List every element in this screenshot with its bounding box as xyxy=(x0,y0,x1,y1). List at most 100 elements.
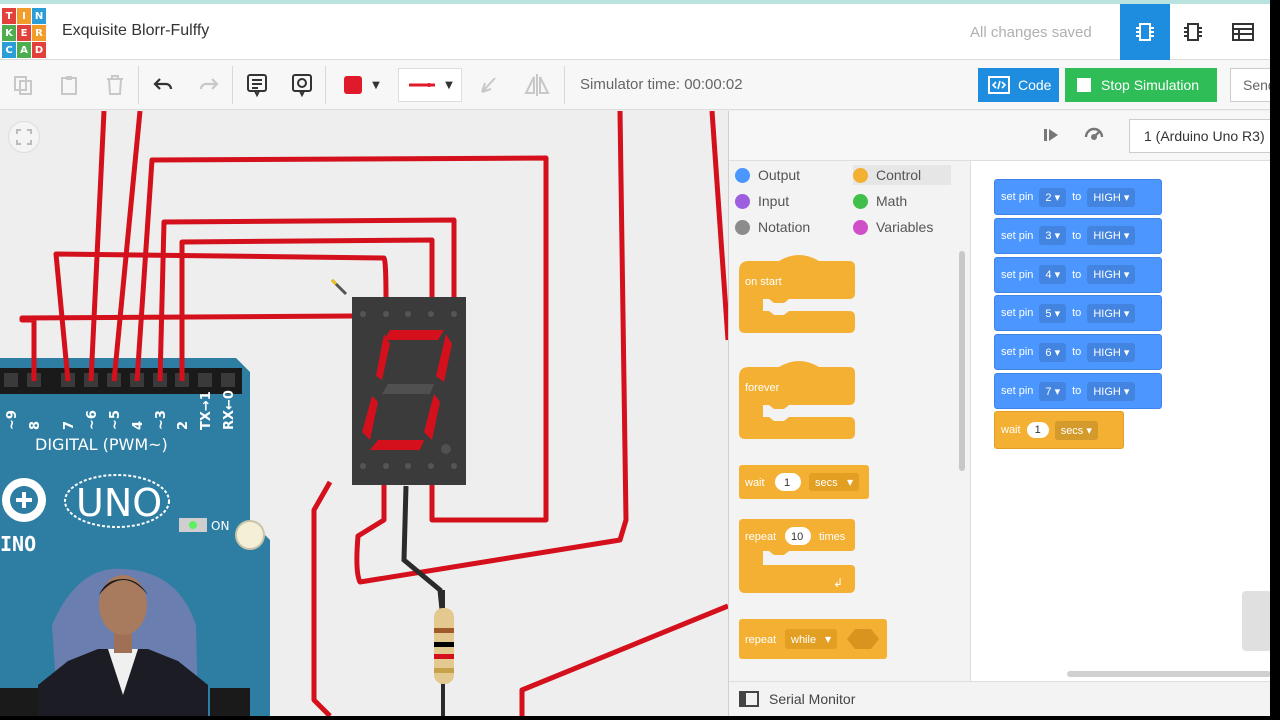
pin-dropdown[interactable]: 6 ▾ xyxy=(1039,342,1067,362)
fit-view-button[interactable] xyxy=(8,121,40,153)
component-list-button[interactable] xyxy=(1168,4,1218,60)
set-pin-block[interactable]: set pin 2 ▾ to HIGH ▾ xyxy=(994,179,1162,215)
display-pin[interactable] xyxy=(451,311,457,317)
category-output[interactable]: Output xyxy=(735,167,800,183)
redo-button[interactable] xyxy=(192,68,226,102)
rotate-button[interactable] xyxy=(472,68,506,102)
category-control[interactable]: Control xyxy=(853,165,952,185)
note-visibility-button[interactable] xyxy=(285,68,319,102)
block-label: to xyxy=(1072,229,1082,242)
wire-color-swatch xyxy=(344,76,363,94)
state-dropdown[interactable]: HIGH ▾ xyxy=(1087,187,1136,207)
forever-block[interactable]: forever xyxy=(739,361,855,439)
pin-dropdown[interactable]: 4 ▾ xyxy=(1039,265,1067,285)
wire-color-picker[interactable]: ▼ xyxy=(334,68,390,102)
on-start-label: on start xyxy=(745,276,782,288)
undo-icon xyxy=(153,78,173,90)
category-input[interactable]: Input xyxy=(735,193,789,209)
wait-label: wait xyxy=(744,477,765,489)
pin-label: 4 xyxy=(131,421,146,430)
state-dropdown[interactable]: HIGH ▾ xyxy=(1087,226,1136,246)
repeat-value[interactable]: 10 xyxy=(791,531,803,543)
display-pin[interactable] xyxy=(451,463,457,469)
display-pin[interactable] xyxy=(383,463,389,469)
category-dot xyxy=(853,193,868,209)
serial-monitor-bar[interactable]: Serial Monitor xyxy=(729,681,1270,716)
stop-simulation-button[interactable]: Stop Simulation xyxy=(1065,68,1217,102)
block-label: to xyxy=(1072,191,1082,203)
category-label: Variables xyxy=(876,219,934,235)
wait-block[interactable]: wait 1 secs ▼ xyxy=(739,465,869,499)
display-pin[interactable] xyxy=(405,311,411,317)
pin-dropdown[interactable]: 5 ▾ xyxy=(1039,303,1067,323)
set-pin-block[interactable]: set pin 5 ▾ to HIGH ▾ xyxy=(994,295,1162,332)
pin-dropdown[interactable]: 2 ▾ xyxy=(1039,187,1067,207)
device-selector[interactable]: 1 (Arduino Uno R3) xyxy=(1129,119,1270,153)
debugger-button[interactable] xyxy=(1083,124,1105,150)
repeat-while-mode[interactable]: while xyxy=(790,634,816,646)
resistor[interactable] xyxy=(434,590,454,716)
delete-button[interactable] xyxy=(98,68,132,102)
set-pin-block[interactable]: set pin 7 ▾ to HIGH ▾ xyxy=(994,373,1162,409)
set-pin-block[interactable]: set pin 4 ▾ to HIGH ▾ xyxy=(994,256,1162,293)
header-pin[interactable] xyxy=(4,373,18,387)
display-pin[interactable] xyxy=(405,463,411,469)
project-title[interactable]: Exquisite Blorr-Fulffy xyxy=(62,22,209,40)
workspace-scrollbar[interactable] xyxy=(1067,671,1270,677)
circuit-canvas[interactable]: ~9 8 7 ~6 ~5 4 ~3 2 TX→1 RX←0 DIGITAL (PWM~) UNO … xyxy=(0,111,728,716)
display-pin[interactable] xyxy=(428,311,434,317)
block-label: set pin xyxy=(1001,346,1034,359)
header-pin[interactable] xyxy=(221,373,235,387)
state-dropdown[interactable]: HIGH ▾ xyxy=(1087,342,1136,362)
display-pin[interactable] xyxy=(428,463,434,469)
paste-button[interactable] xyxy=(52,68,86,102)
send-to-button[interactable]: Send To xyxy=(1230,68,1270,102)
code-button[interactable]: Code xyxy=(978,68,1059,102)
logo-letter: T xyxy=(2,8,16,24)
pin-dropdown[interactable]: 7 ▾ xyxy=(1039,381,1067,401)
set-pin-block[interactable]: set pin 3 ▾ to HIGH ▾ xyxy=(994,217,1162,254)
svg-text:▼: ▼ xyxy=(847,478,854,487)
category-dot xyxy=(853,219,868,235)
wait-unit[interactable]: secs xyxy=(815,477,838,489)
circuit-view-icon xyxy=(1136,23,1154,41)
state-dropdown[interactable]: HIGH ▾ xyxy=(1087,381,1136,401)
schematic-table-button[interactable] xyxy=(1218,4,1268,60)
display-pin[interactable] xyxy=(360,311,366,317)
category-variables[interactable]: Variables xyxy=(853,219,933,235)
undo-button[interactable] xyxy=(146,68,180,102)
trash-icon[interactable] xyxy=(1242,591,1270,651)
logo-letter: I xyxy=(17,8,31,24)
flip-button[interactable] xyxy=(520,68,554,102)
notes-button[interactable] xyxy=(240,68,274,102)
repeat-while-block[interactable]: repeat while ▼ xyxy=(739,619,887,659)
step-button[interactable] xyxy=(1041,125,1061,149)
repeat-label: repeat xyxy=(745,531,776,543)
set-pin-block[interactable]: set pin 6 ▾ to HIGH ▾ xyxy=(994,334,1162,371)
seven-segment-display[interactable] xyxy=(352,297,466,485)
block-label: set pin xyxy=(1001,385,1034,397)
state-dropdown[interactable]: HIGH ▾ xyxy=(1087,303,1136,323)
wait-value[interactable]: 1 xyxy=(784,477,790,489)
wire-type-picker[interactable]: ▼ xyxy=(398,68,462,102)
code-workspace[interactable]: set pin 2 ▾ to HIGH ▾ set pin 3 ▾ to HIGH ▾ set … xyxy=(972,161,1270,681)
logo-letter: R xyxy=(32,25,46,41)
copy-button[interactable] xyxy=(6,68,40,102)
palette-blocks: on start forever wait 1 secs ▼ repeat 10… xyxy=(739,255,887,659)
unit-dropdown[interactable]: secs ▾ xyxy=(1054,420,1098,440)
category-notation[interactable]: Notation xyxy=(735,219,810,235)
header-pin[interactable] xyxy=(198,373,212,387)
state-dropdown[interactable]: HIGH ▾ xyxy=(1087,265,1136,285)
wait-block[interactable]: wait 1 secs ▾ xyxy=(994,411,1124,449)
pin-dropdown[interactable]: 3 ▾ xyxy=(1039,226,1067,246)
wire-type-icon xyxy=(409,83,436,87)
tinkercad-logo[interactable]: TINKERCAD xyxy=(2,8,46,60)
circuit-view-button[interactable] xyxy=(1120,4,1170,60)
repeat-block[interactable]: repeat 10 times ↲ xyxy=(739,519,855,593)
display-pin[interactable] xyxy=(360,463,366,469)
category-math[interactable]: Math xyxy=(853,193,907,209)
display-pin[interactable] xyxy=(383,311,389,317)
wait-value-input[interactable]: 1 xyxy=(1026,422,1049,438)
on-start-block[interactable]: on start xyxy=(739,255,855,333)
repeat-unit: times xyxy=(819,531,846,543)
